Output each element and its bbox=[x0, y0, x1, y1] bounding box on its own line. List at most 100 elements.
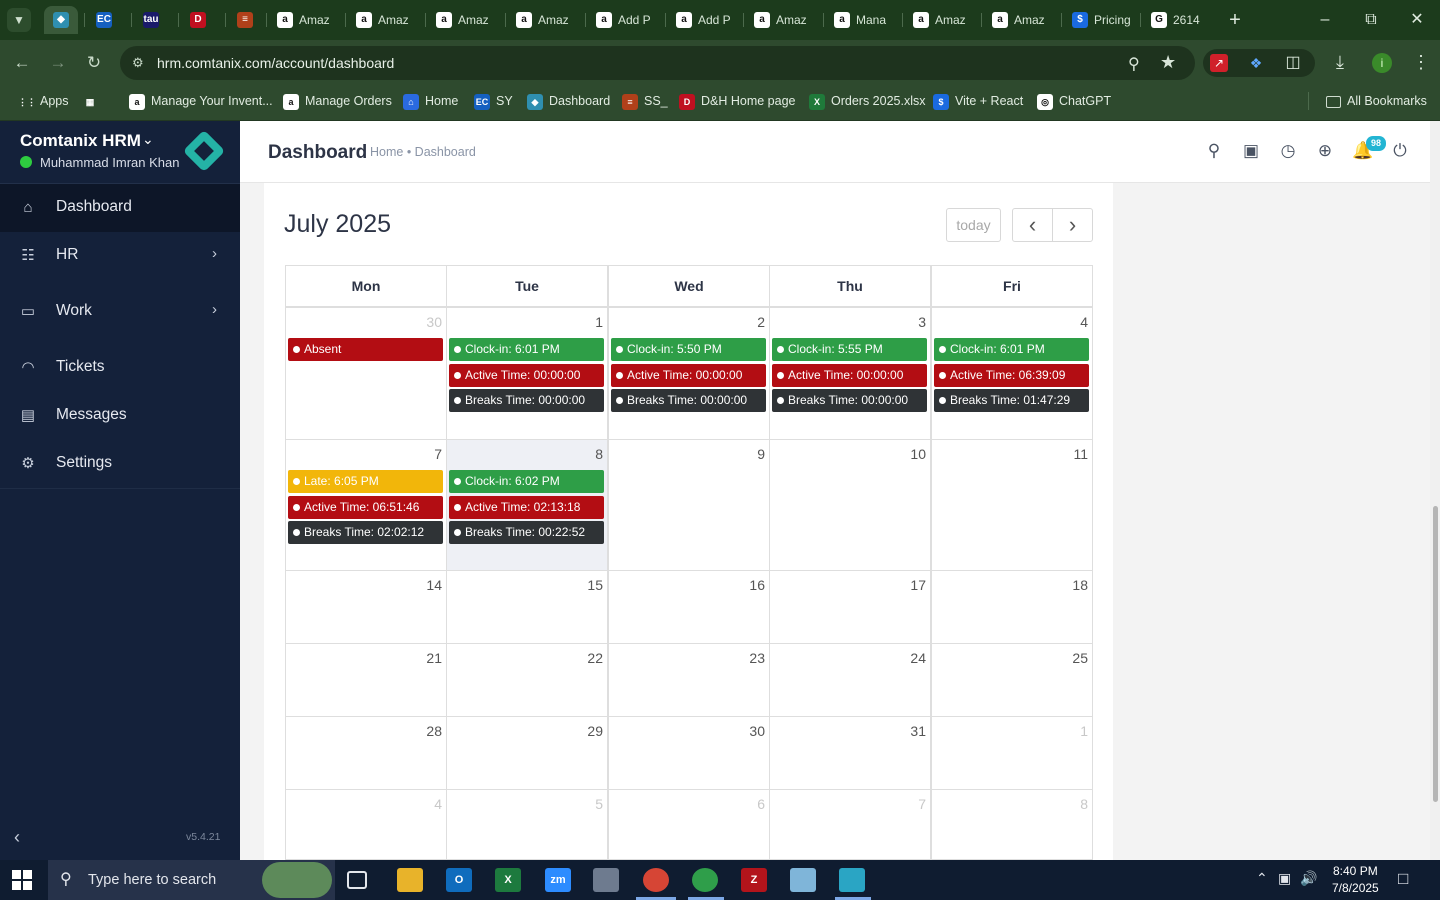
bookmark-item[interactable]: ⋮⋮ Apps bbox=[18, 92, 69, 110]
browser-tab[interactable]: a Amaz bbox=[746, 6, 812, 34]
calendar-day-cell[interactable] bbox=[446, 716, 608, 790]
calendar-event[interactable]: Breaks Time: 00:00:00 bbox=[772, 389, 927, 412]
calendar-event[interactable]: Active Time: 00:00:00 bbox=[772, 363, 927, 387]
day-number[interactable]: 6 bbox=[757, 796, 765, 812]
calendar-day-cell[interactable] bbox=[769, 570, 931, 644]
browser-tab[interactable]: a Amaz bbox=[905, 6, 971, 34]
calendar-day-cell[interactable] bbox=[769, 716, 931, 790]
chrome-taskbar-icon[interactable] bbox=[643, 868, 669, 892]
day-number[interactable]: 8 bbox=[595, 446, 603, 462]
calendar-event[interactable]: Breaks Time: 02:02:12 bbox=[288, 521, 443, 544]
calendar-day-cell[interactable] bbox=[931, 643, 1093, 717]
chevron-up-icon[interactable]: ⌃ bbox=[1256, 870, 1268, 887]
day-number[interactable]: 7 bbox=[434, 446, 442, 462]
windows-start-icon[interactable] bbox=[12, 870, 32, 890]
calculator-taskbar-icon[interactable] bbox=[593, 868, 619, 892]
calendar-day-cell[interactable] bbox=[285, 643, 447, 717]
day-number[interactable]: 3 bbox=[918, 314, 926, 330]
day-number[interactable]: 2 bbox=[757, 314, 765, 330]
calendar-event[interactable]: Late: 6:05 PM bbox=[288, 470, 443, 493]
clock-icon[interactable]: ◷ bbox=[1278, 141, 1298, 161]
calendar-day-cell[interactable] bbox=[608, 643, 770, 717]
calendar-event[interactable]: Clock-in: 5:55 PM bbox=[772, 338, 927, 361]
bookmark-item[interactable]: X Orders 2025.xlsx bbox=[809, 92, 925, 110]
day-number[interactable]: 31 bbox=[910, 723, 926, 739]
day-number[interactable]: 17 bbox=[910, 577, 926, 593]
location-icon[interactable]: ⚲ bbox=[1128, 54, 1140, 74]
browser-tab[interactable]: ≡ bbox=[228, 6, 262, 34]
calendar-event[interactable]: Breaks Time: 00:22:52 bbox=[449, 521, 604, 544]
calendar-day-cell[interactable] bbox=[285, 716, 447, 790]
bookmark-star-icon[interactable]: ★ bbox=[1160, 52, 1176, 73]
calendar-day-cell[interactable] bbox=[931, 789, 1093, 860]
calendar-day-cell[interactable] bbox=[931, 570, 1093, 644]
browser-tab[interactable]: a Amaz bbox=[508, 6, 574, 34]
taskbar-search-placeholder[interactable]: Type here to search bbox=[88, 872, 216, 888]
day-number[interactable]: 25 bbox=[1072, 650, 1088, 666]
calendar-day-cell[interactable] bbox=[769, 439, 931, 571]
calendar-event[interactable]: Breaks Time: 00:00:00 bbox=[611, 389, 766, 412]
bookmark-item[interactable]: $ Vite + React bbox=[933, 92, 1023, 110]
calendar-day-cell[interactable] bbox=[931, 716, 1093, 790]
sidebar-item-settings[interactable]: ⚙ Settings bbox=[0, 440, 240, 488]
day-number[interactable]: 10 bbox=[910, 446, 926, 462]
day-number[interactable]: 11 bbox=[1073, 446, 1088, 462]
bookmark-item[interactable]: a Manage Your Invent... bbox=[129, 92, 273, 110]
site-info-icon[interactable]: ⚙ bbox=[132, 55, 144, 71]
bookmark-item[interactable]: ⌂ Home bbox=[403, 92, 458, 110]
chevron-down-icon[interactable]: ⌄ bbox=[142, 131, 154, 148]
network-icon[interactable]: ▣ bbox=[1278, 870, 1291, 887]
calendar-day-cell[interactable] bbox=[608, 439, 770, 571]
day-number[interactable]: 1 bbox=[595, 314, 603, 330]
sidebar-item-dashboard[interactable]: ⌂ Dashboard bbox=[0, 184, 240, 232]
bookmark-item[interactable]: ▦ bbox=[82, 92, 104, 110]
browser-tab[interactable]: tau bbox=[134, 6, 168, 34]
volume-icon[interactable]: 🔊 bbox=[1300, 870, 1317, 887]
calendar-event[interactable]: Clock-in: 6:01 PM bbox=[934, 338, 1089, 361]
bookmark-item[interactable]: ≡ SS_ bbox=[622, 92, 668, 110]
breadcrumb[interactable]: Home • Dashboard bbox=[370, 145, 476, 159]
notes-icon[interactable]: ▣ bbox=[1241, 141, 1261, 161]
excel-taskbar-icon[interactable]: X bbox=[495, 868, 521, 892]
calendar-event[interactable]: Clock-in: 5:50 PM bbox=[611, 338, 766, 361]
prev-month-button[interactable]: ‹ bbox=[1012, 208, 1053, 242]
file-explorer-taskbar-icon[interactable] bbox=[397, 868, 423, 892]
bookmark-item[interactable]: D D&H Home page bbox=[679, 92, 796, 110]
tab-search-button[interactable]: ▼ bbox=[7, 8, 31, 32]
forward-icon[interactable]: → bbox=[46, 51, 70, 75]
bookmark-item[interactable]: ◎ ChatGPT bbox=[1037, 92, 1111, 110]
bookmark-item[interactable]: EC SY bbox=[474, 92, 513, 110]
extension-icon[interactable]: ❖ bbox=[1247, 54, 1265, 72]
today-button[interactable]: today bbox=[946, 208, 1001, 242]
day-number[interactable]: 8 bbox=[1080, 796, 1088, 812]
browser-tab[interactable]: a Amaz bbox=[348, 6, 414, 34]
day-number[interactable]: 15 bbox=[587, 577, 603, 593]
browser-tab[interactable]: a Amaz bbox=[428, 6, 494, 34]
calendar-event[interactable]: Active Time: 06:39:09 bbox=[934, 363, 1089, 387]
calendar-day-cell[interactable] bbox=[769, 643, 931, 717]
day-number[interactable]: 16 bbox=[749, 577, 765, 593]
new-tab-button[interactable]: + bbox=[1223, 8, 1247, 32]
calendar-day-cell[interactable] bbox=[446, 570, 608, 644]
all-bookmarks[interactable]: All Bookmarks bbox=[1326, 92, 1427, 110]
calendar-event[interactable]: Clock-in: 6:01 PM bbox=[449, 338, 604, 361]
scrollbar-thumb[interactable] bbox=[1433, 506, 1438, 802]
browser-tab[interactable]: ◆ bbox=[44, 6, 78, 34]
day-number[interactable]: 5 bbox=[595, 796, 603, 812]
day-number[interactable]: 14 bbox=[426, 577, 442, 593]
day-number[interactable]: 23 bbox=[749, 650, 765, 666]
chrome-profile-taskbar-icon[interactable] bbox=[692, 868, 718, 892]
notifications-icon[interactable]: □ bbox=[1398, 869, 1408, 889]
calendar-day-cell[interactable] bbox=[285, 789, 447, 860]
day-number[interactable]: 22 bbox=[587, 650, 603, 666]
bookmark-item[interactable]: a Manage Orders bbox=[283, 92, 392, 110]
zoom-taskbar-icon[interactable]: zm bbox=[545, 868, 571, 892]
sidebar-item-messages[interactable]: ▤ Messages bbox=[0, 392, 240, 440]
day-number[interactable]: 1 bbox=[1080, 723, 1088, 739]
calendar-day-cell[interactable] bbox=[285, 307, 447, 440]
puzzle-icon[interactable]: ◫ bbox=[1283, 53, 1303, 73]
calendar-event[interactable]: Active Time: 02:13:18 bbox=[449, 495, 604, 519]
calendar-event[interactable]: Breaks Time: 01:47:29 bbox=[934, 389, 1089, 412]
calendar-event[interactable]: Active Time: 00:00:00 bbox=[449, 363, 604, 387]
calendar-day-cell[interactable] bbox=[446, 789, 608, 860]
